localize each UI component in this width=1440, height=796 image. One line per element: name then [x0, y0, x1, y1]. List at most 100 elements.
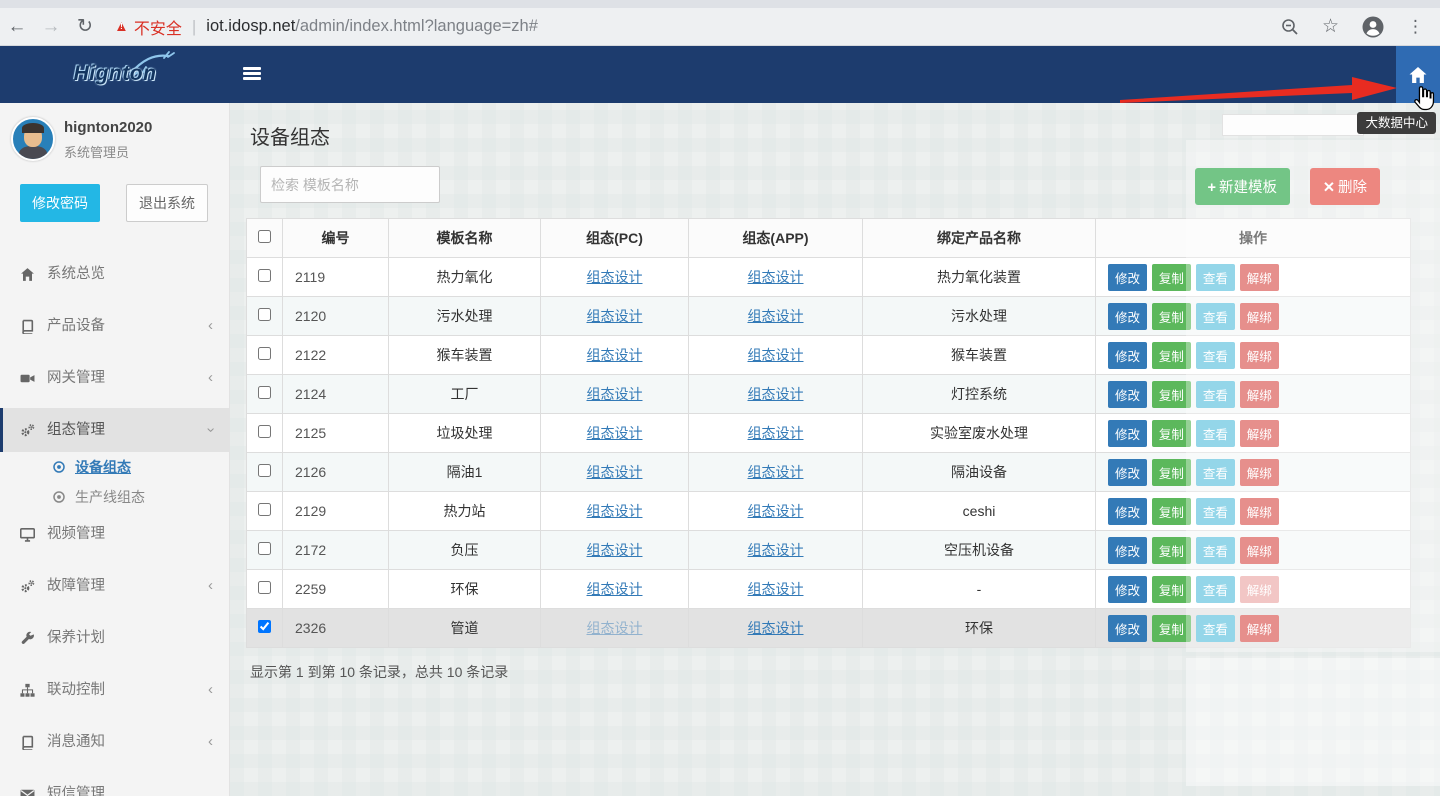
row-checkbox[interactable]	[258, 386, 271, 399]
delete-button[interactable]: ✕删除	[1310, 168, 1380, 205]
copy-button[interactable]: 复制	[1152, 303, 1191, 330]
select-all-checkbox[interactable]	[258, 230, 271, 243]
sidebar-item-1[interactable]: 产品设备‹	[0, 304, 229, 348]
row-checkbox[interactable]	[258, 581, 271, 594]
create-template-button[interactable]: +新建模板	[1195, 168, 1290, 205]
edit-button[interactable]: 修改	[1108, 498, 1147, 525]
pc-design-link[interactable]: 组态设计	[587, 386, 643, 402]
sidebar-item-2[interactable]: 网关管理‹	[0, 356, 229, 400]
pc-design-link[interactable]: 组态设计	[587, 425, 643, 441]
profile-icon[interactable]	[1361, 15, 1385, 39]
sidebar-item-5[interactable]: 生产线组态	[0, 482, 229, 512]
change-password-button[interactable]: 修改密码	[20, 184, 100, 222]
home-button[interactable]	[1396, 46, 1440, 103]
app-design-link[interactable]: 组态设计	[748, 620, 804, 636]
copy-button[interactable]: 复制	[1152, 420, 1191, 447]
browser-menu-icon[interactable]: ⋮	[1407, 17, 1424, 37]
pc-design-link[interactable]: 组态设计	[587, 308, 643, 324]
edit-button[interactable]: 修改	[1108, 420, 1147, 447]
app-design-link[interactable]: 组态设计	[748, 308, 804, 324]
unbind-button[interactable]: 解绑	[1240, 264, 1279, 291]
pc-design-link[interactable]: 组态设计	[587, 464, 643, 480]
view-button[interactable]: 查看	[1196, 381, 1235, 408]
copy-button[interactable]: 复制	[1152, 459, 1191, 486]
edit-button[interactable]: 修改	[1108, 537, 1147, 564]
copy-button[interactable]: 复制	[1152, 498, 1191, 525]
row-checkbox[interactable]	[258, 425, 271, 438]
sidebar-item-6[interactable]: 视频管理	[0, 512, 229, 556]
unbind-button[interactable]: 解绑	[1240, 420, 1279, 447]
logout-button[interactable]: 退出系统	[126, 184, 208, 222]
app-design-link[interactable]: 组态设计	[748, 542, 804, 558]
sidebar-toggle-button[interactable]	[243, 67, 261, 81]
copy-button[interactable]: 复制	[1152, 264, 1191, 291]
sidebar-item-0[interactable]: 系统总览	[0, 252, 229, 296]
sidebar-item-10[interactable]: 消息通知‹	[0, 720, 229, 764]
edit-button[interactable]: 修改	[1108, 264, 1147, 291]
sidebar-item-4[interactable]: 设备组态	[0, 452, 229, 482]
browser-reload-icon[interactable]: ↻	[68, 15, 102, 38]
row-checkbox[interactable]	[258, 542, 271, 555]
browser-back-icon[interactable]: ←	[0, 16, 34, 38]
view-button[interactable]: 查看	[1196, 420, 1235, 447]
app-design-link[interactable]: 组态设计	[748, 464, 804, 480]
sidebar-item-8[interactable]: 保养计划	[0, 616, 229, 660]
pc-design-link[interactable]: 组态设计	[587, 503, 643, 519]
edit-button[interactable]: 修改	[1108, 615, 1147, 642]
browser-forward-icon[interactable]: →	[34, 16, 68, 38]
row-checkbox[interactable]	[258, 269, 271, 282]
edit-button[interactable]: 修改	[1108, 381, 1147, 408]
search-input[interactable]	[260, 166, 440, 203]
zoom-out-icon[interactable]	[1280, 17, 1300, 37]
view-button[interactable]: 查看	[1196, 615, 1235, 642]
edit-button[interactable]: 修改	[1108, 303, 1147, 330]
edit-button[interactable]: 修改	[1108, 342, 1147, 369]
view-button[interactable]: 查看	[1196, 264, 1235, 291]
sidebar-item-11[interactable]: 短信管理	[0, 772, 229, 796]
unbind-button[interactable]: 解绑	[1240, 342, 1279, 369]
address-bar[interactable]: iot.idosp.net/admin/index.html?language=…	[206, 17, 538, 36]
app-design-link[interactable]: 组态设计	[748, 581, 804, 597]
row-checkbox[interactable]	[258, 347, 271, 360]
view-button[interactable]: 查看	[1196, 576, 1235, 603]
view-button[interactable]: 查看	[1196, 537, 1235, 564]
copy-button[interactable]: 复制	[1152, 615, 1191, 642]
sidebar-item-3[interactable]: 组态管理‹	[0, 408, 229, 452]
copy-button[interactable]: 复制	[1152, 576, 1191, 603]
unbind-button[interactable]: 解绑	[1240, 498, 1279, 525]
edit-button[interactable]: 修改	[1108, 576, 1147, 603]
unbind-button[interactable]: 解绑	[1240, 303, 1279, 330]
row-checkbox[interactable]	[258, 308, 271, 321]
row-checkbox[interactable]	[258, 620, 271, 633]
sidebar-item-9[interactable]: 联动控制‹	[0, 668, 229, 712]
edit-button[interactable]: 修改	[1108, 459, 1147, 486]
pc-design-link[interactable]: 组态设计	[587, 542, 643, 558]
view-button[interactable]: 查看	[1196, 459, 1235, 486]
view-button[interactable]: 查看	[1196, 303, 1235, 330]
row-checkbox[interactable]	[258, 464, 271, 477]
app-design-link[interactable]: 组态设计	[748, 386, 804, 402]
sidebar-item-7[interactable]: 故障管理‹	[0, 564, 229, 608]
app-design-link[interactable]: 组态设计	[748, 347, 804, 363]
app-design-link[interactable]: 组态设计	[748, 425, 804, 441]
security-indicator[interactable]: ▲ ! 不安全	[114, 15, 182, 39]
view-button[interactable]: 查看	[1196, 342, 1235, 369]
bookmark-star-icon[interactable]: ☆	[1322, 15, 1339, 38]
unbind-button[interactable]: 解绑	[1240, 537, 1279, 564]
pc-design-link[interactable]: 组态设计	[587, 581, 643, 597]
unbind-button[interactable]: 解绑	[1240, 381, 1279, 408]
unbind-button[interactable]: 解绑	[1240, 459, 1279, 486]
unbind-button[interactable]: 解绑	[1240, 615, 1279, 642]
pc-design-link[interactable]: 组态设计	[587, 347, 643, 363]
pc-design-link[interactable]: 组态设计	[587, 269, 643, 285]
copy-button[interactable]: 复制	[1152, 381, 1191, 408]
copy-button[interactable]: 复制	[1152, 537, 1191, 564]
app-design-link[interactable]: 组态设计	[748, 269, 804, 285]
unbind-button[interactable]: 解绑	[1240, 576, 1279, 603]
copy-button[interactable]: 复制	[1152, 342, 1191, 369]
app-design-link[interactable]: 组态设计	[748, 503, 804, 519]
topright-empty-input[interactable]	[1222, 114, 1364, 136]
row-checkbox[interactable]	[258, 503, 271, 516]
pc-design-link[interactable]: 组态设计	[587, 620, 643, 636]
view-button[interactable]: 查看	[1196, 498, 1235, 525]
